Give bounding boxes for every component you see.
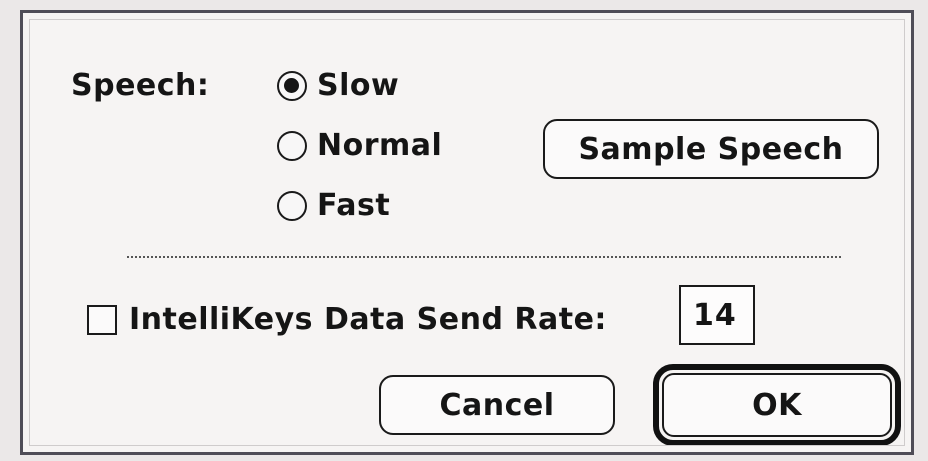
- radio-fast-label: Fast: [317, 188, 391, 223]
- send-rate-label: IntelliKeys Data Send Rate:: [129, 302, 607, 337]
- ok-default-ring: OK: [653, 364, 901, 446]
- radio-slow-button[interactable]: [277, 71, 307, 101]
- dotted-divider: [127, 256, 841, 258]
- radio-slow-label: Slow: [317, 68, 400, 103]
- radio-normal-button[interactable]: [277, 131, 307, 161]
- radio-normal-label: Normal: [317, 128, 443, 163]
- cancel-button[interactable]: Cancel: [379, 375, 615, 435]
- send-rate-checkbox-row[interactable]: IntelliKeys Data Send Rate:: [87, 303, 607, 337]
- ok-button[interactable]: OK: [662, 373, 892, 437]
- speech-label: Speech:: [71, 68, 210, 103]
- send-rate-checkbox[interactable]: [87, 305, 117, 335]
- send-rate-input[interactable]: [679, 285, 755, 345]
- radio-fast-option[interactable]: Fast: [277, 189, 390, 223]
- radio-slow-option[interactable]: Slow: [277, 69, 399, 103]
- speech-settings-dialog: Speech: Slow Normal Fast Sample Speech I…: [20, 10, 914, 455]
- screen: Speech: Slow Normal Fast Sample Speech I…: [0, 0, 928, 461]
- radio-fast-button[interactable]: [277, 191, 307, 221]
- radio-normal-option[interactable]: Normal: [277, 129, 442, 163]
- sample-speech-button[interactable]: Sample Speech: [543, 119, 879, 179]
